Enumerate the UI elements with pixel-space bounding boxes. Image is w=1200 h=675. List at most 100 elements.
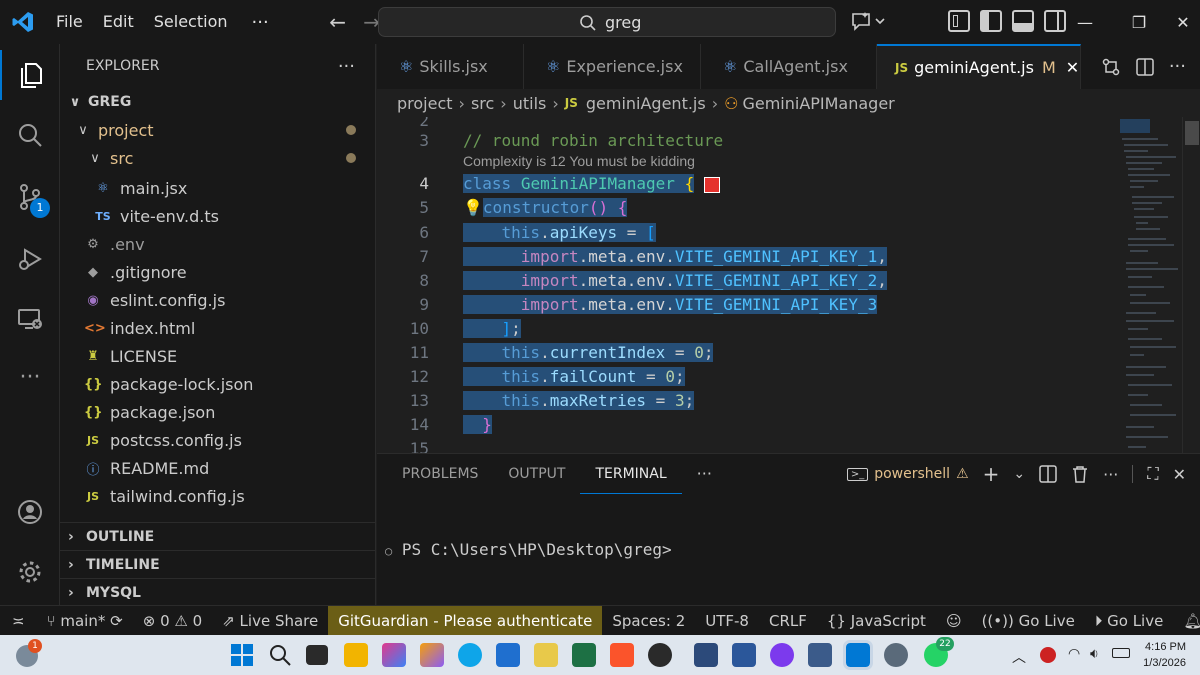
source-control-icon[interactable] <box>0 172 60 222</box>
customize-layout-icon[interactable] <box>948 10 970 32</box>
app-icon[interactable] <box>648 643 672 667</box>
notes-app-icon[interactable] <box>808 643 832 667</box>
tree-file-package-json[interactable]: {} package.json <box>60 398 375 426</box>
close-tab-icon[interactable]: ✕ <box>1066 58 1079 77</box>
run-debug-icon[interactable] <box>0 234 60 284</box>
tab-callagent[interactable]: ⚛ CallAgent.jsx <box>701 44 877 89</box>
toggle-primary-sidebar-icon[interactable] <box>980 10 1002 32</box>
new-terminal-icon[interactable]: + <box>983 462 1000 486</box>
settings-app-icon[interactable] <box>884 643 908 667</box>
code-editor[interactable]: 2 3 // round robin architecture Complexi… <box>377 117 1200 453</box>
tree-file-postcss[interactable]: JS postcss.config.js <box>60 426 375 454</box>
menu-selection[interactable]: Selection <box>144 0 238 44</box>
indentation-status[interactable]: Spaces: 2 <box>602 606 695 636</box>
command-center-search[interactable]: greg <box>378 7 836 37</box>
lightbulb-icon[interactable]: 💡 <box>463 198 483 217</box>
minimap[interactable] <box>1118 117 1182 453</box>
remote-explorer-icon[interactable] <box>0 294 60 344</box>
volume-icon[interactable]: 🔉︎ <box>1090 646 1099 662</box>
terminal-output[interactable]: ○ PS C:\Users\HP\Desktop\greg> <box>385 540 672 559</box>
copilot-status-icon[interactable]: ☺ <box>936 606 972 636</box>
system-clock[interactable]: 4:16 PM 1/3/2026 <box>1143 639 1186 671</box>
menu-file[interactable]: File <box>46 0 93 44</box>
breadcrumb-item[interactable]: utils <box>513 94 547 113</box>
tree-folder-project[interactable]: ∨ project <box>60 116 375 144</box>
edge-browser-icon[interactable] <box>458 643 482 667</box>
notifications-bell-icon[interactable]: 🔔︎ <box>1173 606 1200 636</box>
split-terminal-icon[interactable] <box>1039 465 1057 483</box>
tray-chevron-icon[interactable]: ︿ <box>1012 647 1026 667</box>
tree-folder-src[interactable]: ∨ src <box>60 144 375 172</box>
tree-file-license[interactable]: ♜ LICENSE <box>60 342 375 370</box>
go-live-1[interactable]: ((•)) Go Live <box>972 606 1085 636</box>
panel-tab-problems[interactable]: PROBLEMS <box>387 454 493 494</box>
more-views-icon[interactable]: ··· <box>0 352 60 402</box>
chevron-down-icon[interactable]: ⌄ <box>1013 466 1025 482</box>
scrollbar-thumb[interactable] <box>1185 121 1199 145</box>
tray-app-icon[interactable] <box>1040 647 1056 663</box>
editor-scrollbar[interactable] <box>1182 117 1200 453</box>
settings-gear-icon[interactable] <box>0 547 60 597</box>
back-arrow-icon[interactable]: ← <box>321 10 355 34</box>
panel-more-actions-icon[interactable]: ··· <box>1103 465 1118 484</box>
wifi-icon[interactable]: ◠ <box>1068 646 1080 662</box>
accounts-icon[interactable] <box>0 487 60 537</box>
close-window-icon[interactable]: ✕ <box>1160 0 1200 44</box>
word-icon[interactable] <box>732 643 756 667</box>
windows-start-icon[interactable] <box>230 643 254 667</box>
compare-changes-icon[interactable] <box>1101 57 1121 77</box>
taskbar-search-icon[interactable] <box>268 643 292 667</box>
panel-tab-output[interactable]: OUTPUT <box>493 454 580 494</box>
tree-file-readme[interactable]: ⓘ README.md <box>60 454 375 482</box>
editor-more-actions-icon[interactable]: ··· <box>1169 56 1186 77</box>
breadcrumb-item[interactable]: geminiAgent.js <box>586 94 706 113</box>
tree-file-package-lock[interactable]: {} package-lock.json <box>60 370 375 398</box>
explorer-more-button[interactable]: ··· <box>338 56 355 77</box>
github-desktop-icon[interactable] <box>770 643 794 667</box>
remote-indicator-icon[interactable]: ≍ <box>0 606 37 636</box>
codelens-complexity[interactable]: Complexity is 12 You must be kidding <box>463 153 695 169</box>
tree-file-vite-env[interactable]: TS vite-env.d.ts <box>60 202 375 230</box>
sticky-app-icon[interactable] <box>534 643 558 667</box>
split-editor-icon[interactable] <box>1135 57 1155 77</box>
breadcrumb-item[interactable]: GeminiAPIManager <box>742 94 894 113</box>
trash-icon[interactable] <box>1071 465 1089 483</box>
tab-geminiagent[interactable]: JS geminiAgent.js M ✕ <box>877 44 1081 89</box>
section-mysql[interactable]: › MYSQL <box>60 578 375 605</box>
tree-file-main-jsx[interactable]: ⚛ main.jsx <box>60 174 375 202</box>
problems-status[interactable]: ⊗ 0 ⚠ 0 <box>133 606 212 636</box>
search-view-icon[interactable] <box>0 110 60 160</box>
task-view-icon[interactable] <box>306 645 328 665</box>
eol-status[interactable]: CRLF <box>759 606 817 636</box>
tree-file-eslint[interactable]: ◉ eslint.config.js <box>60 286 375 314</box>
git-branch[interactable]: ⑂ main* ⟳ <box>37 606 133 636</box>
breadcrumb-item[interactable]: src <box>471 94 494 113</box>
excel-icon[interactable] <box>572 643 596 667</box>
tab-experience[interactable]: ⚛ Experience.jsx <box>524 44 701 89</box>
toggle-panel-icon[interactable] <box>1012 10 1034 32</box>
explorer-icon[interactable] <box>0 50 60 100</box>
menu-more-button[interactable]: ··· <box>238 12 283 33</box>
section-timeline[interactable]: › TIMELINE <box>60 550 375 578</box>
panel-tab-terminal[interactable]: TERMINAL <box>580 454 682 494</box>
brave-browser-icon[interactable] <box>610 643 634 667</box>
workspace-root[interactable]: ∨ GREG <box>60 88 375 116</box>
tab-skills[interactable]: ⚛ Skills.jsx <box>377 44 524 89</box>
maximize-panel-icon[interactable]: ⛶ <box>1147 464 1158 484</box>
minimize-icon[interactable]: — <box>1062 0 1108 44</box>
section-outline[interactable]: › OUTLINE <box>60 522 375 550</box>
panel-more-button[interactable]: ··· <box>682 454 727 494</box>
go-live-2[interactable]: ⏵ Go Live <box>1085 606 1174 636</box>
encoding-status[interactable]: UTF-8 <box>695 606 759 636</box>
terminal-shell-selector[interactable]: >_ powershell ⚠ <box>846 466 969 482</box>
tree-file-gitignore[interactable]: ◆ .gitignore <box>60 258 375 286</box>
restore-icon[interactable]: ❐ <box>1116 0 1162 44</box>
tree-file-env[interactable]: ⚙ .env <box>60 230 375 258</box>
gitguardian-status[interactable]: GitGuardian - Please authenticate <box>328 605 603 636</box>
store-app-icon[interactable] <box>496 643 520 667</box>
copilot-chat-button[interactable] <box>850 10 890 34</box>
menu-edit[interactable]: Edit <box>93 0 144 44</box>
language-mode[interactable]: {} JavaScript <box>817 606 936 636</box>
copilot-app-icon[interactable] <box>382 643 406 667</box>
tree-file-index-html[interactable]: <> index.html <box>60 314 375 342</box>
